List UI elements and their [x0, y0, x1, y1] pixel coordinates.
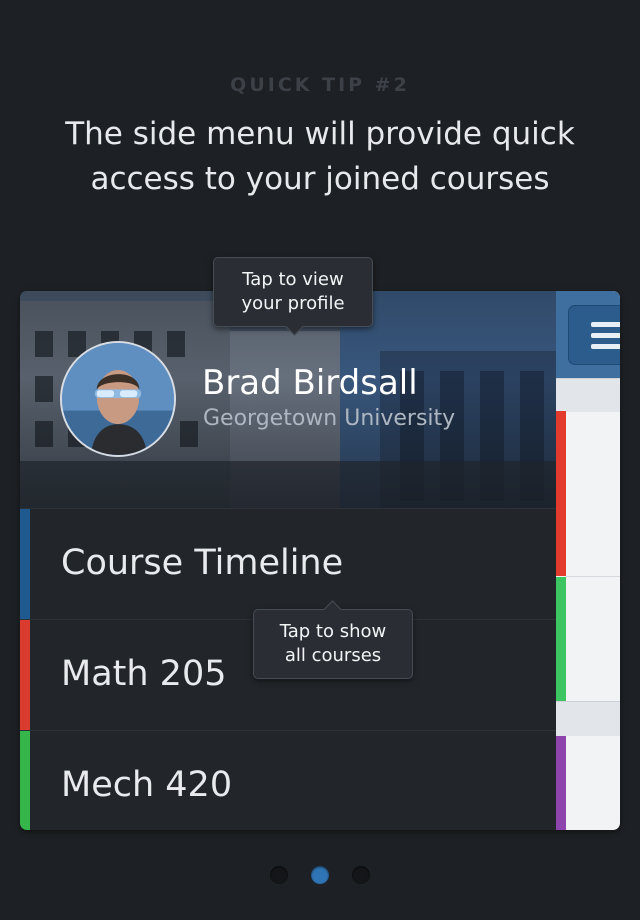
tooltip-line: Tap to show [279, 621, 387, 642]
page-dot-2[interactable] [311, 866, 329, 884]
tip-headline: The side menu will provide quick access … [30, 112, 610, 202]
user-name: Brad Birdsall [202, 363, 418, 403]
tooltip-line: your profile [241, 293, 345, 314]
menu-item-course-timeline[interactable]: Course Timeline [20, 508, 556, 619]
menu-item-mech-420[interactable]: Mech 420 [20, 730, 556, 830]
page-dot-1[interactable] [269, 866, 288, 884]
tooltip-line: Tap to view [242, 269, 344, 290]
tooltip-line: all courses [284, 645, 382, 666]
menu-item-color-bar [20, 509, 30, 619]
user-school: Georgetown University [203, 406, 456, 431]
headline-line-2: access to your joined courses [90, 161, 550, 197]
strip-color-bar [556, 577, 566, 701]
avatar[interactable] [60, 341, 176, 457]
strip-color-bar [556, 411, 566, 576]
page-indicator [0, 866, 640, 886]
main-content-peek[interactable] [556, 291, 620, 830]
page-dot-3[interactable] [352, 866, 371, 884]
tooltip-show-courses: Tap to show all courses [253, 600, 413, 679]
menu-item-label: Math 205 [61, 654, 227, 694]
menu-item-label: Mech 420 [61, 765, 233, 805]
menu-item-color-bar [20, 620, 30, 730]
hamburger-icon[interactable] [568, 305, 620, 365]
strip-section-header [556, 701, 620, 736]
tooltip-view-profile: Tap to view your profile [213, 257, 373, 336]
headline-line-1: The side menu will provide quick [65, 116, 575, 152]
menu-item-color-bar [20, 731, 30, 830]
tip-kicker: QUICK TIP #2 [230, 74, 410, 96]
main-content-header [556, 291, 620, 378]
avatar-photo [62, 343, 174, 455]
side-menu-preview: Brad Birdsall Georgetown University Cour… [20, 291, 620, 830]
strip-color-bar [556, 736, 566, 830]
strip-section-header [556, 378, 620, 412]
menu-item-label: Course Timeline [61, 543, 344, 583]
